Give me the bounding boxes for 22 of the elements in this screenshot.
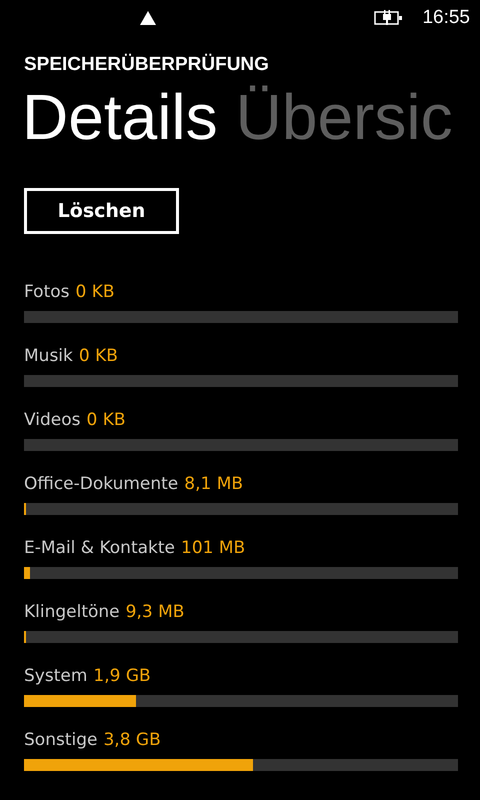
app-title: SPEICHERÜBERPRÜFUNG [24,54,269,76]
category-size: 8,1 MB [184,474,244,494]
category-name: Musik [24,346,73,366]
delete-button[interactable]: Löschen [24,188,179,234]
category-size: 0 KB [76,282,115,302]
category-name: Sonstige [24,730,98,750]
category-size: 3,8 GB [103,730,161,750]
battery-charging-icon [374,10,404,26]
category-size: 0 KB [78,346,118,366]
clock-time: 16:55 [422,7,470,29]
category-size: 0 KB [86,410,126,430]
category-name: System [24,666,88,686]
category-name: Klingeltöne [24,602,120,622]
category-name: E-Mail & Kontakte [24,538,175,558]
pivot-tab[interactable]: Details [22,78,218,156]
category-size: 101 MB [181,538,246,558]
category-name: Videos [24,410,80,430]
triangle-icon [139,10,157,26]
category-name: Office-Dokumente [24,474,178,494]
category-size: 1,9 GB [93,666,151,686]
category-name: Fotos [24,282,70,302]
category-size: 9,3 MB [126,602,184,622]
